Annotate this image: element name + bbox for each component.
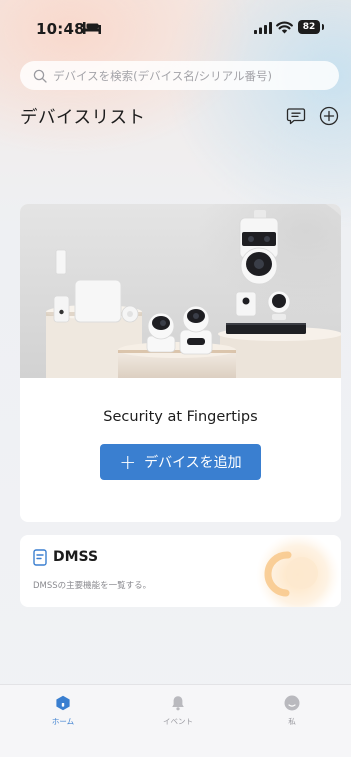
dmss-title: DMSS (53, 549, 99, 565)
wifi-icon (276, 21, 293, 34)
tab-home[interactable]: ホーム (23, 685, 103, 745)
device-empty-card: Security at Fingertips + デバイスを追加 (20, 204, 341, 522)
add-device-label: デバイスを追加 (144, 455, 242, 471)
tab-home-label: ホーム (51, 717, 75, 726)
status-bar: 10:48 82 (0, 0, 351, 52)
bed-icon (83, 22, 101, 34)
tab-me[interactable]: 私 (252, 685, 332, 745)
tab-me-label: 私 (288, 717, 296, 726)
document-icon (33, 549, 47, 566)
battery-cap (322, 24, 324, 30)
page-title: デバイスリスト (20, 108, 146, 128)
message-icon[interactable] (285, 105, 307, 127)
signal-icon (254, 22, 272, 34)
bell-icon (172, 696, 184, 711)
search-icon (33, 69, 47, 83)
card-title: Security at Fingertips (103, 409, 258, 425)
lightbulb-icon (256, 535, 340, 607)
dmss-description: DMSSの主要機能を一覧する。 (33, 581, 152, 591)
search-bar[interactable] (20, 61, 339, 90)
devices-hero-image (20, 204, 341, 378)
tab-events[interactable]: イベント (138, 685, 218, 745)
status-time: 10:48 (36, 20, 85, 38)
tab-events-label: イベント (163, 717, 193, 726)
add-circle-icon[interactable] (318, 105, 340, 127)
tab-bar: ホーム イベント 私 (0, 684, 351, 757)
home-icon (56, 695, 70, 711)
user-icon (284, 695, 300, 711)
dmss-feature-card[interactable]: DMSS DMSSの主要機能を一覧する。 (20, 535, 341, 607)
battery-indicator: 82 (298, 20, 320, 34)
search-input[interactable] (53, 68, 333, 83)
plus-icon: + (119, 450, 137, 474)
add-device-button[interactable]: + デバイスを追加 (100, 444, 261, 480)
